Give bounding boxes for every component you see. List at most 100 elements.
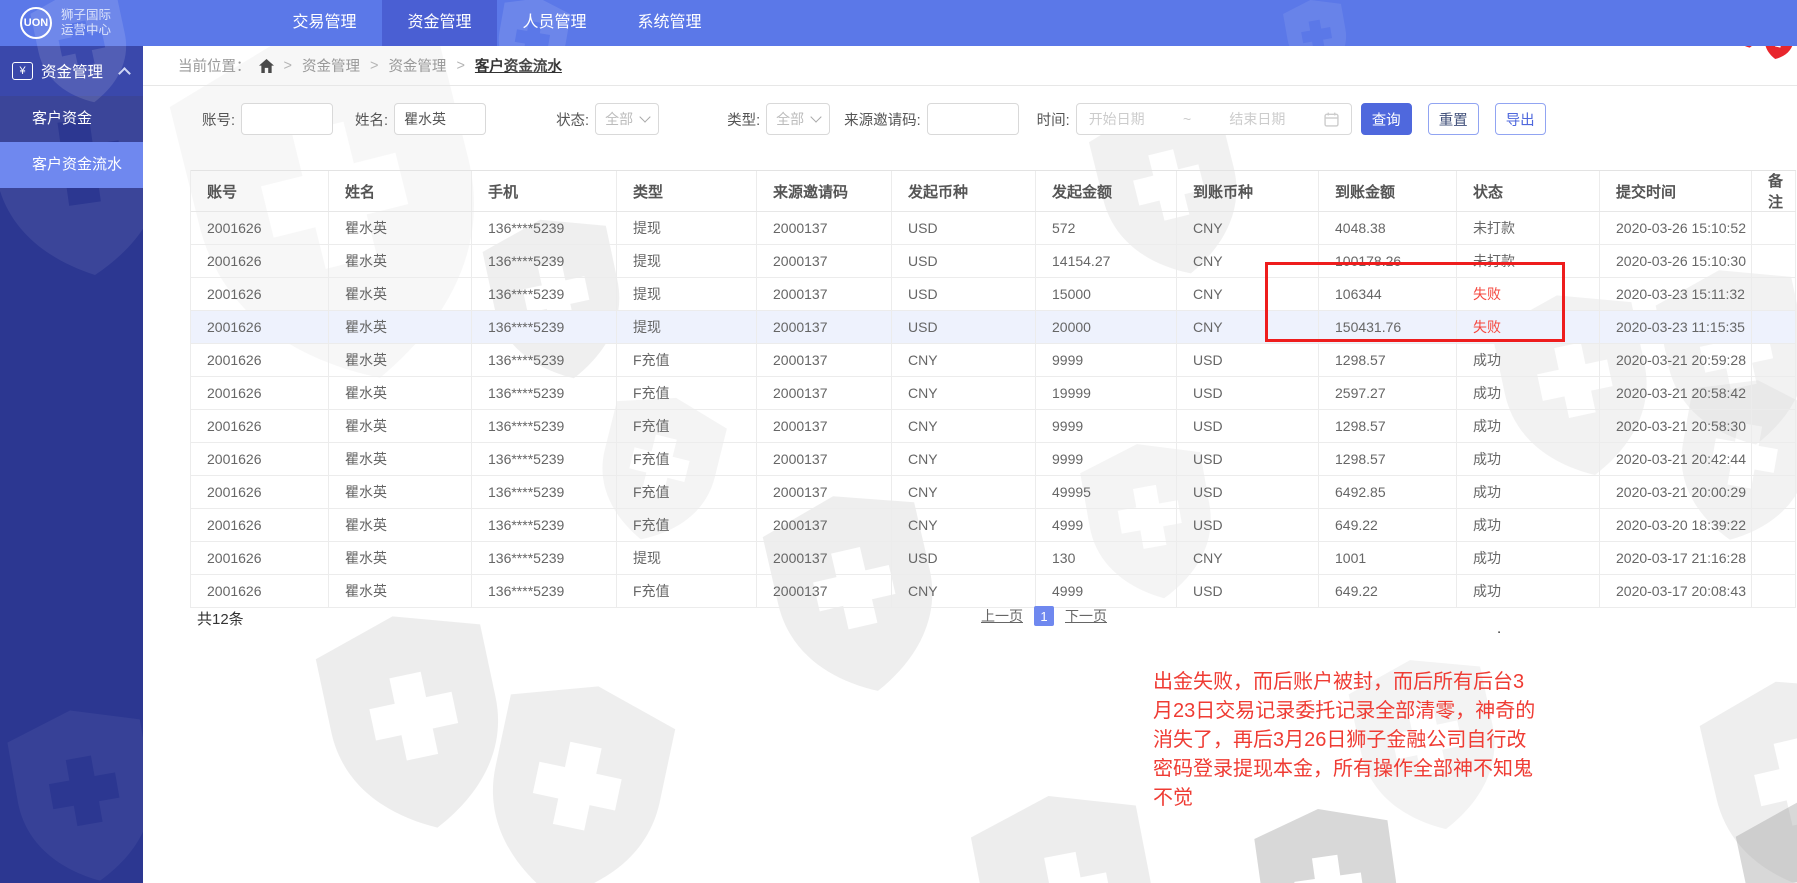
cell: 136****5239 (472, 212, 617, 244)
type-label: 类型: (727, 109, 760, 130)
account-input[interactable] (241, 103, 333, 135)
cell: 瞿水英 (329, 311, 472, 343)
cell: 1001 (1319, 542, 1457, 574)
cell: 649.22 (1319, 509, 1457, 541)
prev-page-link[interactable]: 上一页 (981, 606, 1023, 626)
app-logo: UON 狮子国际 运营中心 (20, 7, 111, 39)
cell: CNY (892, 344, 1036, 376)
cell: 2020-03-20 18:39:22 (1600, 509, 1752, 541)
cell (1752, 377, 1796, 409)
cell: 2000137 (757, 344, 892, 376)
search-button[interactable]: 查询 (1361, 103, 1412, 135)
cell: 136****5239 (472, 245, 617, 277)
cell: USD (1177, 410, 1319, 442)
column-header: 类型 (617, 171, 757, 211)
cell: 9999 (1036, 443, 1177, 475)
sidebar-item-2[interactable]: 客户资金流水 (0, 142, 143, 188)
cell: 2020-03-26 15:10:52 (1600, 212, 1752, 244)
table-row: 2001626瞿水英136****5239F充值2000137CNY9999US… (191, 443, 1796, 476)
cell: 136****5239 (472, 509, 617, 541)
breadcrumb: 当前位置： >资金管理>资金管理>客户资金流水 (143, 46, 1797, 86)
cell (1752, 542, 1796, 574)
cell: 瞿水英 (329, 245, 472, 277)
main-menu: 交易管理资金管理人员管理系统管理 (267, 0, 727, 46)
cell: 136****5239 (472, 542, 617, 574)
cell: 2020-03-23 11:15:35 (1600, 311, 1752, 343)
cell: 20000 (1036, 311, 1177, 343)
column-header: 备注 (1752, 171, 1796, 211)
cell: 2001626 (191, 212, 329, 244)
shield-watermark-icon (455, 662, 697, 883)
name-input[interactable] (394, 103, 486, 135)
status-select[interactable]: 全部 (595, 103, 659, 135)
cell: 瞿水英 (329, 575, 472, 607)
cell: 2001626 (191, 278, 329, 310)
nav-item-2[interactable]: 资金管理 (382, 0, 497, 46)
cell: 成功 (1457, 443, 1600, 475)
filter-bar: 账号: 姓名: 状态: 全部 类型: 全部 来源邀请码: 时间: 开始日期 ~ … (202, 103, 1546, 135)
cell: 6492.85 (1319, 476, 1457, 508)
cell: F充值 (617, 575, 757, 607)
cell: 2000137 (757, 542, 892, 574)
cell: 136****5239 (472, 344, 617, 376)
nav-item-4[interactable]: 系统管理 (612, 0, 727, 46)
current-page[interactable]: 1 (1034, 606, 1054, 626)
cell: USD (892, 278, 1036, 310)
date-range-picker[interactable]: 开始日期 ~ 结束日期 (1076, 103, 1352, 135)
chevron-up-icon (118, 67, 131, 80)
cell: 130 (1036, 542, 1177, 574)
cell: 2020-03-21 20:58:42 (1600, 377, 1752, 409)
cell: 136****5239 (472, 443, 617, 475)
nav-item-1[interactable]: 交易管理 (267, 0, 382, 46)
status-label: 状态: (556, 109, 589, 130)
app-root: UON 狮子国际 运营中心 交易管理资金管理人员管理系统管理 ¥ 资金管理 客户… (0, 0, 1797, 883)
cell: 2020-03-17 20:08:43 (1600, 575, 1752, 607)
next-page-link[interactable]: 下一页 (1065, 606, 1107, 626)
cell: 4048.38 (1319, 212, 1457, 244)
cell: 瞿水英 (329, 509, 472, 541)
cell: 成功 (1457, 377, 1600, 409)
breadcrumb-item-2[interactable]: 资金管理 (388, 55, 446, 76)
sidebar-item-1[interactable]: 客户资金 (0, 96, 143, 142)
breadcrumb-separator: > (370, 58, 378, 74)
cell: 1298.57 (1319, 344, 1457, 376)
shield-watermark-icon (0, 693, 143, 883)
cell: 2000137 (757, 278, 892, 310)
invite-code-input[interactable] (927, 103, 1019, 135)
nav-item-3[interactable]: 人员管理 (497, 0, 612, 46)
column-header: 发起币种 (892, 171, 1036, 211)
cell: 2020-03-17 21:16:28 (1600, 542, 1752, 574)
cell: 2001626 (191, 509, 329, 541)
cell: 2020-03-21 20:42:44 (1600, 443, 1752, 475)
table-row: 2001626瞿水英136****5239F充值2000137CNY4999US… (191, 509, 1796, 542)
column-header: 发起金额 (1036, 171, 1177, 211)
cell: 49995 (1036, 476, 1177, 508)
cell: 瞿水英 (329, 377, 472, 409)
reset-button[interactable]: 重置 (1428, 103, 1479, 135)
shield-watermark-icon (1715, 773, 1797, 883)
cell (1752, 410, 1796, 442)
cell: CNY (892, 476, 1036, 508)
column-header: 到账金额 (1319, 171, 1457, 211)
cell: 14154.27 (1036, 245, 1177, 277)
cell: CNY (892, 443, 1036, 475)
home-icon[interactable] (259, 59, 274, 73)
type-select[interactable]: 全部 (766, 103, 830, 135)
cell: 2000137 (757, 377, 892, 409)
cell (1752, 476, 1796, 508)
export-button[interactable]: 导出 (1495, 103, 1546, 135)
column-header: 手机 (472, 171, 617, 211)
sidebar-group-funds[interactable]: ¥ 资金管理 (0, 46, 143, 96)
breadcrumb-item-3[interactable]: 客户资金流水 (475, 55, 562, 76)
cell: USD (892, 311, 1036, 343)
breadcrumb-item-1[interactable]: 资金管理 (302, 55, 360, 76)
cell: 提现 (617, 542, 757, 574)
cell: USD (1177, 509, 1319, 541)
cell: USD (1177, 377, 1319, 409)
cell: 2001626 (191, 443, 329, 475)
cell: 2020-03-23 15:11:32 (1600, 278, 1752, 310)
cell: USD (892, 212, 1036, 244)
cell: 2000137 (757, 575, 892, 607)
yen-card-icon: ¥ (12, 62, 33, 80)
cell: 成功 (1457, 476, 1600, 508)
